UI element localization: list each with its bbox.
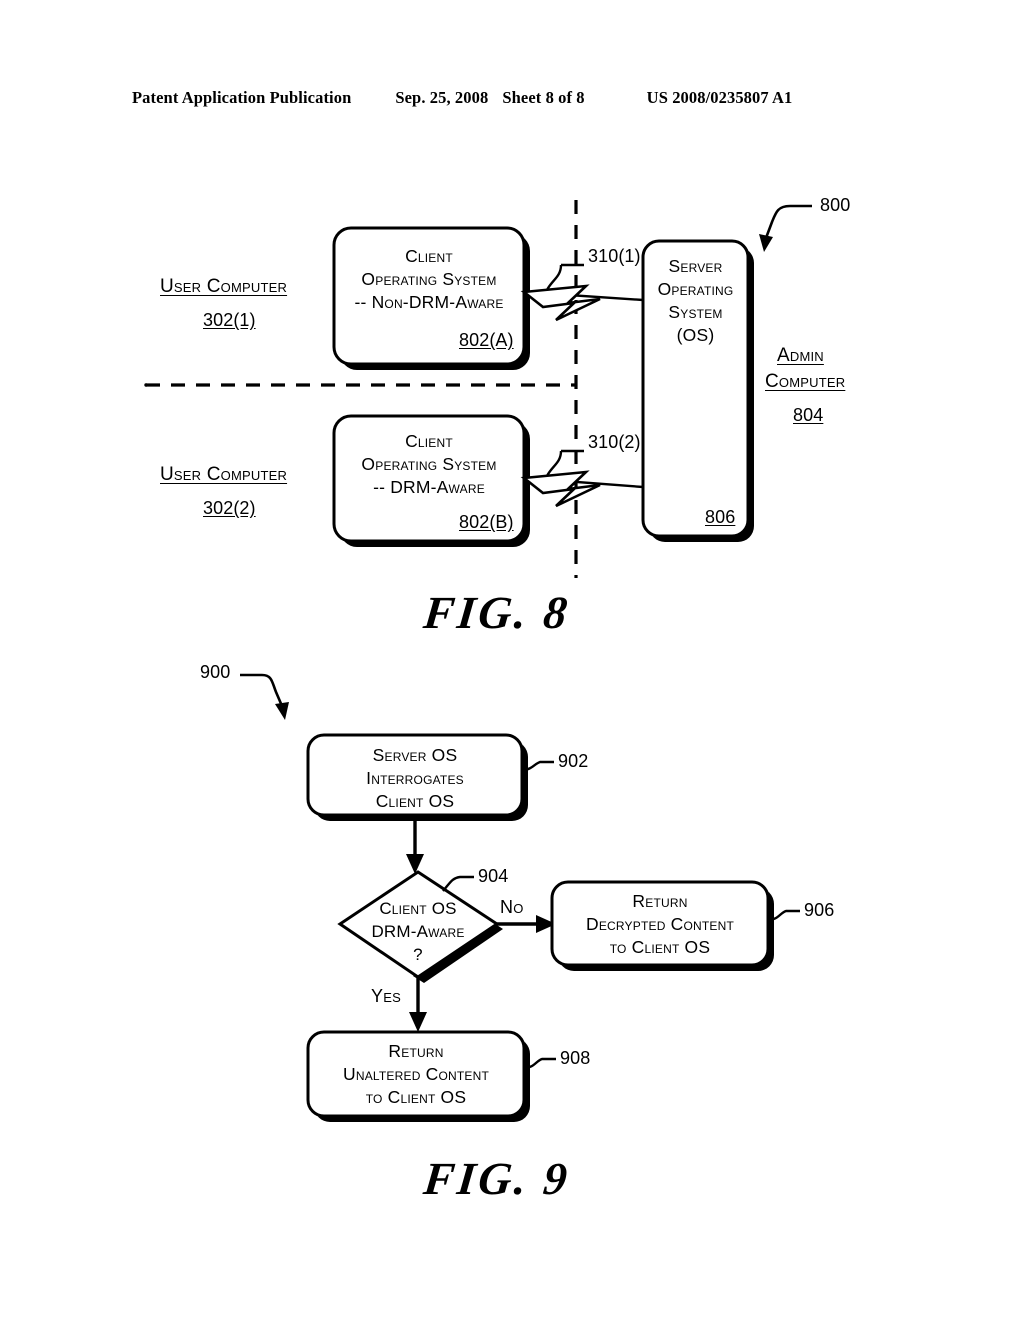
decision-904-line-3: ?: [413, 945, 423, 964]
admin-computer-line-1: Admin: [777, 345, 824, 366]
network-link-2-ref: 310(2): [588, 432, 641, 452]
client-os-a-ref: 802(A): [459, 330, 514, 350]
arrow-902-to-904: [406, 815, 424, 874]
branch-label-no: No: [500, 897, 524, 917]
user-computer-1-ref: 302(1): [203, 310, 256, 330]
step-906-ref: 906: [804, 900, 835, 920]
admin-computer-line-2: Computer: [765, 371, 846, 392]
step-906-line-1: Return: [632, 891, 688, 911]
step-906-line-2: Decrypted Content: [586, 914, 734, 934]
client-os-a-line-2: Operating System: [361, 269, 497, 289]
user-computer-1-title: User Computer: [160, 276, 288, 297]
step-902-ref: 902: [558, 751, 589, 771]
network-link-1-ref: 310(1): [588, 246, 641, 266]
server-os-line-4: (OS): [676, 325, 715, 345]
dash-line-start-dot: [144, 383, 148, 387]
patent-drawing-canvas: [144, 200, 812, 1122]
client-os-a-line-1: Client: [405, 246, 453, 266]
client-os-b-line-2: Operating System: [361, 454, 497, 474]
process-900-leader-arrow: [240, 673, 289, 720]
figure-8-caption: FIG. 8: [421, 587, 573, 638]
figure-9-caption: FIG. 9: [421, 1153, 573, 1204]
client-os-b-line-3: -- DRM-Aware: [373, 477, 485, 497]
network-link-2-lightning-icon: [520, 449, 644, 508]
client-os-a-line-3: -- Non-DRM-Aware: [354, 292, 504, 312]
user-computer-2-ref: 302(2): [203, 498, 256, 518]
step-906-line-3: to Client OS: [609, 937, 711, 957]
decision-904-line-2: DRM-Aware: [371, 922, 465, 941]
server-os-line-2: Operating: [657, 279, 734, 299]
admin-computer-ref: 804: [793, 405, 824, 425]
server-os-line-3: System: [668, 302, 723, 322]
decision-904-leader-line: [442, 875, 474, 892]
step-902-line-2: Interrogates: [366, 768, 464, 788]
decision-904-line-1: Client OS: [379, 899, 457, 918]
step-902-line-1: Server OS: [372, 745, 458, 765]
client-os-b-line-1: Client: [405, 431, 453, 451]
step-902-line-3: Client OS: [375, 791, 455, 811]
arrow-904-to-908-yes: [409, 977, 427, 1032]
process-900-ref: 900: [200, 662, 231, 682]
step-908-line-1: Return: [388, 1041, 444, 1061]
network-link-1-lightning-icon: [520, 263, 644, 322]
step-908-line-2: Unaltered Content: [343, 1064, 489, 1084]
step-908-line-3: to Client OS: [365, 1087, 467, 1107]
decision-904-ref: 904: [478, 866, 509, 886]
system-800-leader-arrow: [759, 204, 812, 252]
server-os-ref: 806: [705, 507, 736, 527]
client-os-b-ref: 802(B): [459, 512, 514, 532]
step-908-ref: 908: [560, 1048, 591, 1068]
branch-label-yes: Yes: [371, 986, 401, 1006]
user-computer-2-title: User Computer: [160, 464, 288, 485]
server-os-line-1: Server: [668, 256, 723, 276]
system-800-ref: 800: [820, 195, 851, 215]
